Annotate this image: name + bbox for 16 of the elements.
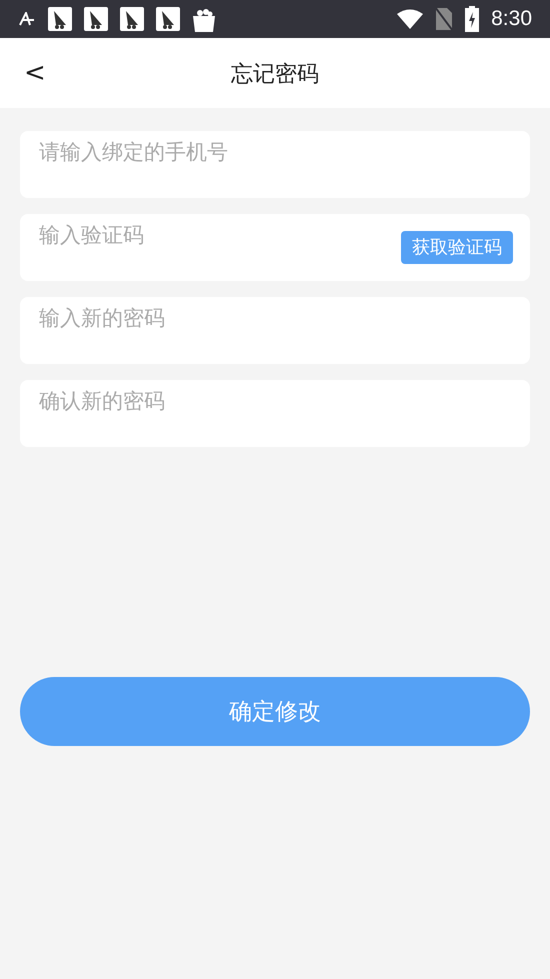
app-notification-icon [84,7,108,31]
wifi-icon [397,9,424,29]
clock-time: 8:30 [491,6,532,32]
input-field[interactable]: 确认新的密码 [20,380,530,447]
app-notification-icon [120,7,144,31]
battery-charging-icon [465,6,480,32]
page-title: 忘记密码 [231,60,319,88]
back-button[interactable]: < [24,54,46,92]
input-field[interactable]: 输入新的密码 [20,297,530,364]
get-code-button[interactable]: 获取验证码 [401,231,513,264]
app-notification-icon [156,7,180,31]
confirm-button[interactable]: 确定修改 [20,677,530,746]
input-field[interactable]: 请输入绑定的手机号 [20,131,530,198]
font-icon [18,12,36,26]
no-sim-icon [435,7,454,31]
app-notification-icon [48,7,72,31]
